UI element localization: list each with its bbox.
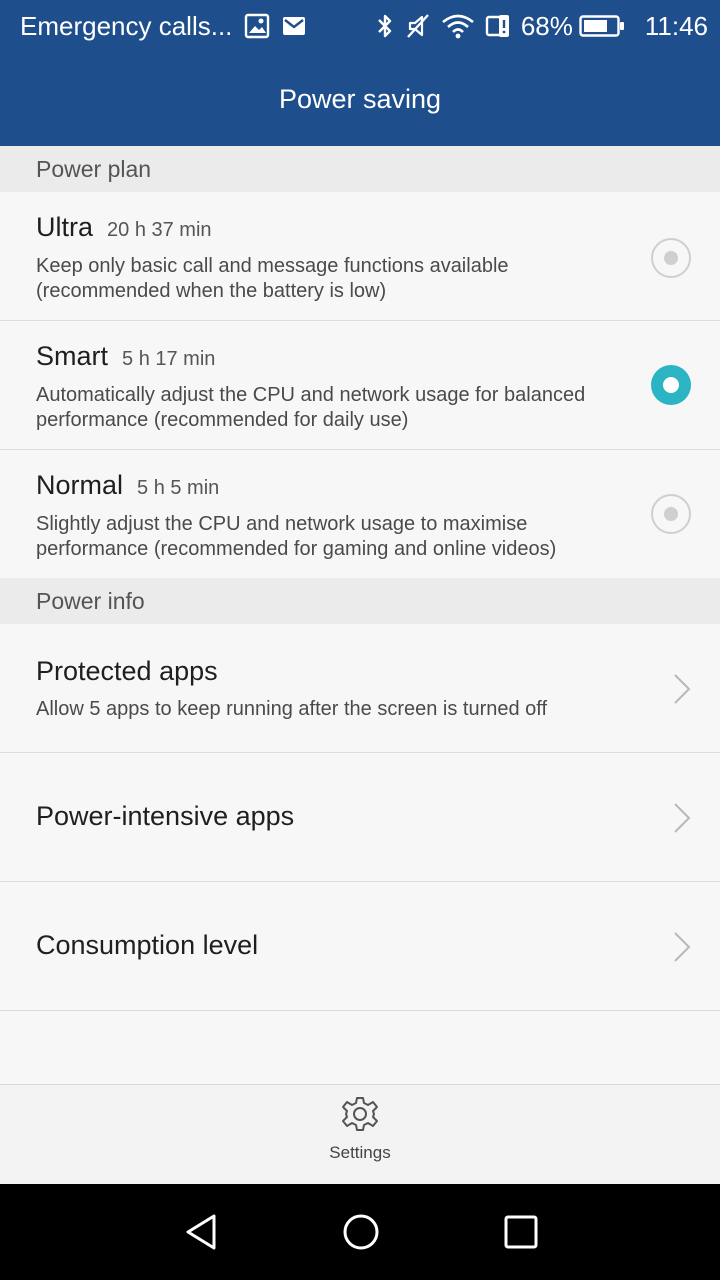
nav-item-subtitle: Allow 5 apps to keep running after the s… — [36, 698, 548, 720]
mail-icon — [282, 15, 306, 37]
settings-label: Settings — [329, 1143, 391, 1162]
status-bar-right: 68% 11:46 — [375, 0, 708, 52]
chevron-right-icon — [674, 932, 691, 962]
status-time: 11:46 — [644, 10, 708, 41]
nav-item-protected-apps[interactable]: Protected apps Allow 5 apps to keep runn… — [0, 624, 720, 753]
radio-ultra[interactable] — [651, 238, 691, 278]
status-bar: Emergency calls... 68% 11:46 — [0, 0, 720, 52]
plan-time: 20 h 37 min — [107, 219, 212, 241]
settings-button[interactable]: Settings — [310, 1095, 410, 1181]
wifi-icon — [441, 13, 475, 39]
battery-percent: 68% — [520, 10, 573, 41]
plan-name: Smart — [36, 341, 109, 371]
plan-name: Ultra — [36, 212, 94, 242]
radio-smart[interactable] — [651, 365, 691, 405]
vibrate-off-icon — [405, 12, 431, 40]
plan-title-line: Smart 5 h 17 min — [36, 341, 215, 372]
plan-description: Automatically adjust the CPU and network… — [36, 384, 586, 431]
plan-title-line: Normal 5 h 5 min — [36, 470, 219, 501]
app-bar: Power saving — [0, 52, 720, 146]
page-title: Power saving — [278, 83, 442, 114]
gear-icon — [342, 1097, 378, 1131]
plan-time: 5 h 17 min — [122, 348, 216, 370]
chevron-right-icon — [674, 674, 691, 704]
battery-icon — [579, 14, 625, 38]
nav-item-title: Protected apps — [36, 656, 218, 686]
radio-normal[interactable] — [651, 494, 691, 534]
status-bar-left: Emergency calls... — [20, 0, 306, 52]
plan-name: Normal — [36, 470, 124, 500]
nav-item-title: Consumption level — [36, 930, 259, 960]
nav-item-consumption-level[interactable]: Consumption level — [0, 882, 720, 1011]
chevron-right-icon — [674, 803, 691, 833]
plan-description: Keep only basic call and message functio… — [36, 255, 509, 302]
plan-option-normal[interactable]: Normal 5 h 5 min Slightly adjust the CPU… — [0, 450, 720, 579]
battery-saver-icon — [485, 13, 511, 39]
bluetooth-icon — [375, 12, 395, 40]
gallery-icon — [244, 13, 270, 39]
plan-description: Slightly adjust the CPU and network usag… — [36, 513, 557, 560]
recents-icon[interactable] — [501, 1212, 541, 1252]
nav-item-power-intensive-apps[interactable]: Power-intensive apps — [0, 753, 720, 882]
section-header-label: Power info — [36, 587, 145, 614]
plan-title-line: Ultra 20 h 37 min — [36, 212, 212, 243]
section-header-power-plan: Power plan — [0, 146, 720, 192]
system-navigation-bar — [0, 1184, 720, 1280]
nav-item-title: Power-intensive apps — [36, 801, 295, 831]
bottom-action-bar: Settings — [0, 1084, 720, 1184]
carrier-text: Emergency calls... — [20, 10, 233, 41]
section-header-label: Power plan — [36, 155, 152, 182]
plan-option-ultra[interactable]: Ultra 20 h 37 min Keep only basic call a… — [0, 192, 720, 321]
back-icon[interactable] — [181, 1212, 221, 1252]
home-icon[interactable] — [341, 1212, 381, 1252]
plan-time: 5 h 5 min — [137, 477, 220, 499]
section-header-power-info: Power info — [0, 578, 720, 624]
plan-option-smart[interactable]: Smart 5 h 17 min Automatically adjust th… — [0, 321, 720, 450]
